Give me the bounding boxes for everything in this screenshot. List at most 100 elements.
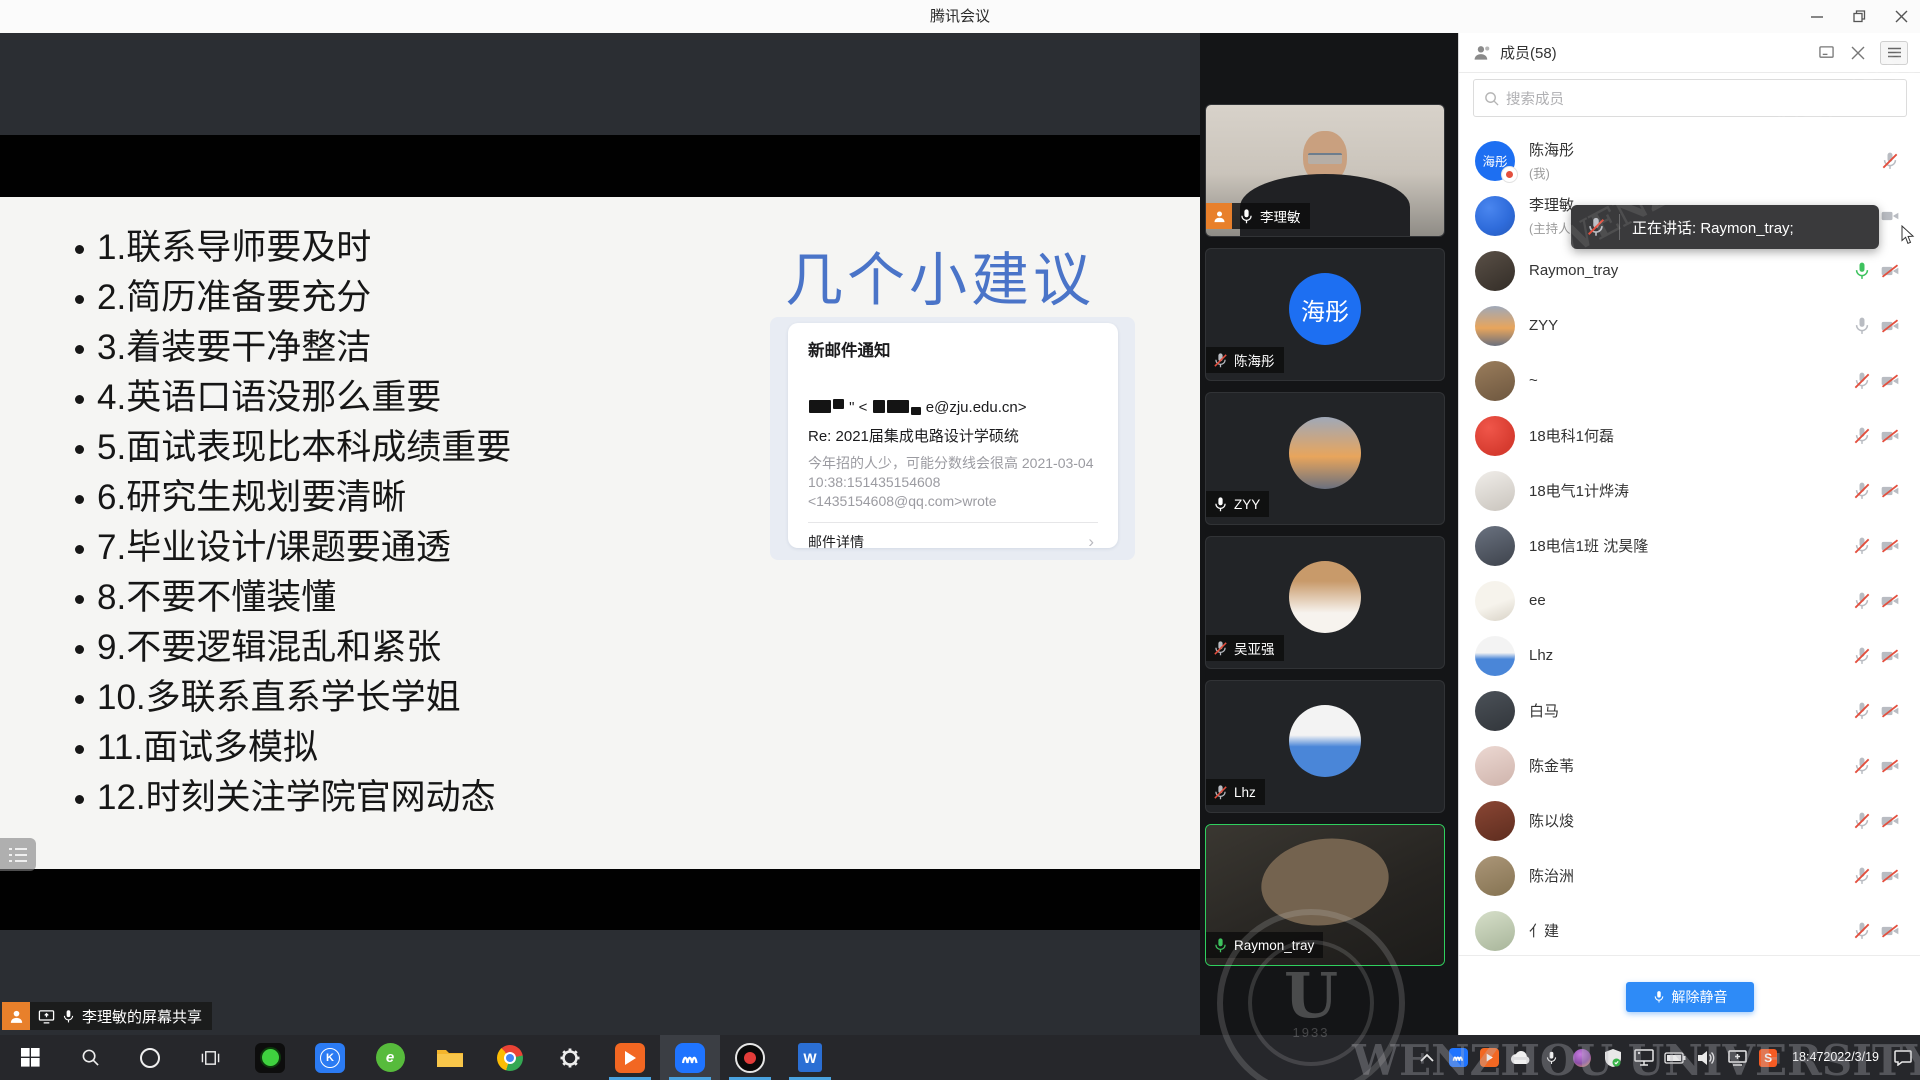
member-row[interactable]: 陈以焌 [1459, 793, 1920, 848]
sogou-input-icon[interactable]: S [1757, 1043, 1779, 1073]
participant-name: Lhz [1234, 785, 1256, 800]
member-row[interactable]: 白马 [1459, 683, 1920, 738]
taskbar-cortana-button[interactable] [120, 1035, 180, 1080]
member-camera-icon[interactable] [1880, 921, 1900, 941]
taskbar-chrome-button[interactable] [480, 1035, 540, 1080]
member-row[interactable]: ~ [1459, 353, 1920, 408]
tencent-meeting-mini-icon[interactable] [1447, 1043, 1469, 1073]
taskbar-file-explorer-button[interactable] [420, 1035, 480, 1080]
member-mic-icon[interactable] [1852, 866, 1872, 886]
taskbar-search-button[interactable] [60, 1035, 120, 1080]
display-network-icon[interactable] [1633, 1043, 1655, 1073]
member-camera-icon[interactable] [1880, 316, 1900, 336]
member-mic-icon[interactable] [1880, 151, 1900, 171]
member-mic-icon[interactable] [1852, 536, 1872, 556]
avatar [1289, 705, 1361, 777]
video-tile-吴亚强[interactable]: 吴亚强 [1205, 536, 1445, 669]
presenter-icon[interactable] [2, 1002, 30, 1030]
action-center-icon[interactable] [1892, 1043, 1914, 1073]
taskbar-word-button[interactable]: W [780, 1035, 840, 1080]
member-mic-icon[interactable] [1852, 756, 1872, 776]
member-camera-icon[interactable] [1880, 206, 1900, 226]
member-camera-icon[interactable] [1880, 261, 1900, 281]
member-camera-icon[interactable] [1880, 756, 1900, 776]
taskbar-clock[interactable]: 18:472022/3/19 [1788, 1043, 1883, 1073]
member-row[interactable]: 18电气1计烨涛 [1459, 463, 1920, 518]
member-subtitle: (主持人) [1529, 218, 1575, 237]
video-tile-ZYY[interactable]: ZYY [1205, 392, 1445, 525]
taskbar-video-player-button[interactable] [600, 1035, 660, 1080]
member-mic-icon[interactable] [1852, 371, 1872, 391]
window-title: 腾讯会议 [0, 0, 1920, 33]
taskbar-k-app-button[interactable]: K [300, 1035, 360, 1080]
speaker-icon[interactable] [1695, 1043, 1717, 1073]
taskbar-settings-button[interactable] [540, 1035, 600, 1080]
taskbar-start-button[interactable] [0, 1035, 60, 1080]
restore-button[interactable] [1850, 8, 1868, 26]
tile-name-label: 李理敏 [1206, 203, 1310, 229]
member-camera-icon[interactable] [1880, 646, 1900, 666]
member-name: 18电科1何磊 [1529, 425, 1614, 446]
video-tile-Raymon_tray[interactable]: Raymon_tray [1205, 824, 1445, 966]
member-row[interactable]: 陈金苇 [1459, 738, 1920, 793]
member-row[interactable]: 18电科1何磊 [1459, 408, 1920, 463]
member-camera-icon[interactable] [1880, 591, 1900, 611]
member-mic-icon[interactable] [1852, 426, 1872, 446]
member-mic-icon[interactable] [1852, 261, 1872, 281]
member-camera-icon[interactable] [1880, 811, 1900, 831]
member-camera-icon[interactable] [1880, 866, 1900, 886]
avatar [1289, 417, 1361, 489]
member-camera-icon[interactable] [1880, 481, 1900, 501]
video-tile-李理敏[interactable]: 李理敏 [1205, 104, 1445, 237]
video-tile-陈海彤[interactable]: 海彤陈海彤 [1205, 248, 1445, 381]
mouse-cursor [1901, 225, 1916, 250]
defender-icon[interactable] [1602, 1043, 1624, 1073]
taskbar-screen-recorder-button[interactable] [720, 1035, 780, 1080]
member-camera-icon[interactable] [1880, 426, 1900, 446]
member-camera-icon[interactable] [1880, 371, 1900, 391]
qq-icon[interactable] [1571, 1043, 1593, 1073]
muted-microphone-icon [1585, 216, 1607, 238]
member-search-input[interactable]: 搜索成员 [1473, 79, 1907, 117]
microphone-icon[interactable] [1540, 1043, 1562, 1073]
chevron-up-icon[interactable] [1416, 1043, 1438, 1073]
member-camera-icon[interactable] [1880, 701, 1900, 721]
member-mic-icon[interactable] [1852, 811, 1872, 831]
battery-icon[interactable] [1664, 1043, 1686, 1073]
member-row[interactable]: 18电信1班 沈昊隆 [1459, 518, 1920, 573]
member-row[interactable]: 亻建 [1459, 903, 1920, 955]
minimize-button[interactable] [1808, 8, 1826, 26]
member-mic-icon[interactable] [1852, 646, 1872, 666]
member-mic-icon[interactable] [1852, 921, 1872, 941]
taskbar-tencent-meeting-button[interactable] [660, 1035, 720, 1080]
tile-name-label: Raymon_tray [1206, 932, 1323, 958]
cast-icon[interactable] [1726, 1043, 1748, 1073]
close-panel-icon[interactable] [1848, 43, 1868, 63]
member-row[interactable]: ZYY [1459, 298, 1920, 353]
onedrive-icon[interactable] [1509, 1043, 1531, 1073]
member-mic-icon[interactable] [1852, 591, 1872, 611]
video-player-mini-icon[interactable] [1478, 1043, 1500, 1073]
taskbar-browser-360-button[interactable]: e [360, 1035, 420, 1080]
member-mic-icon[interactable] [1852, 316, 1872, 336]
taskbar-capture-app-button[interactable] [240, 1035, 300, 1080]
member-row[interactable]: Lhz [1459, 628, 1920, 683]
taskbar-task-view-button[interactable] [180, 1035, 240, 1080]
unmute-button[interactable]: 解除静音 [1626, 982, 1754, 1012]
member-mic-icon[interactable] [1852, 701, 1872, 721]
member-row[interactable]: 海彤陈海彤(我) [1459, 133, 1920, 188]
member-camera-icon[interactable] [1880, 536, 1900, 556]
close-button[interactable] [1892, 8, 1910, 26]
presenter-badge-icon [1206, 203, 1232, 229]
member-mic-icon[interactable] [1852, 481, 1872, 501]
member-row[interactable]: Raymon_tray [1459, 243, 1920, 298]
panel-menu-button[interactable] [1880, 41, 1908, 65]
video-tile-Lhz[interactable]: Lhz [1205, 680, 1445, 813]
member-row[interactable]: ee [1459, 573, 1920, 628]
slide-bullet: 10.多联系直系学长学姐 [75, 673, 511, 723]
member-row[interactable]: 陈治洲 [1459, 848, 1920, 903]
screen-share-label: 李理敏的屏幕共享 [30, 1002, 212, 1030]
member-avatar [1475, 911, 1515, 951]
slide-thumbnails-button[interactable] [0, 838, 36, 871]
popout-panel-icon[interactable] [1816, 43, 1836, 63]
